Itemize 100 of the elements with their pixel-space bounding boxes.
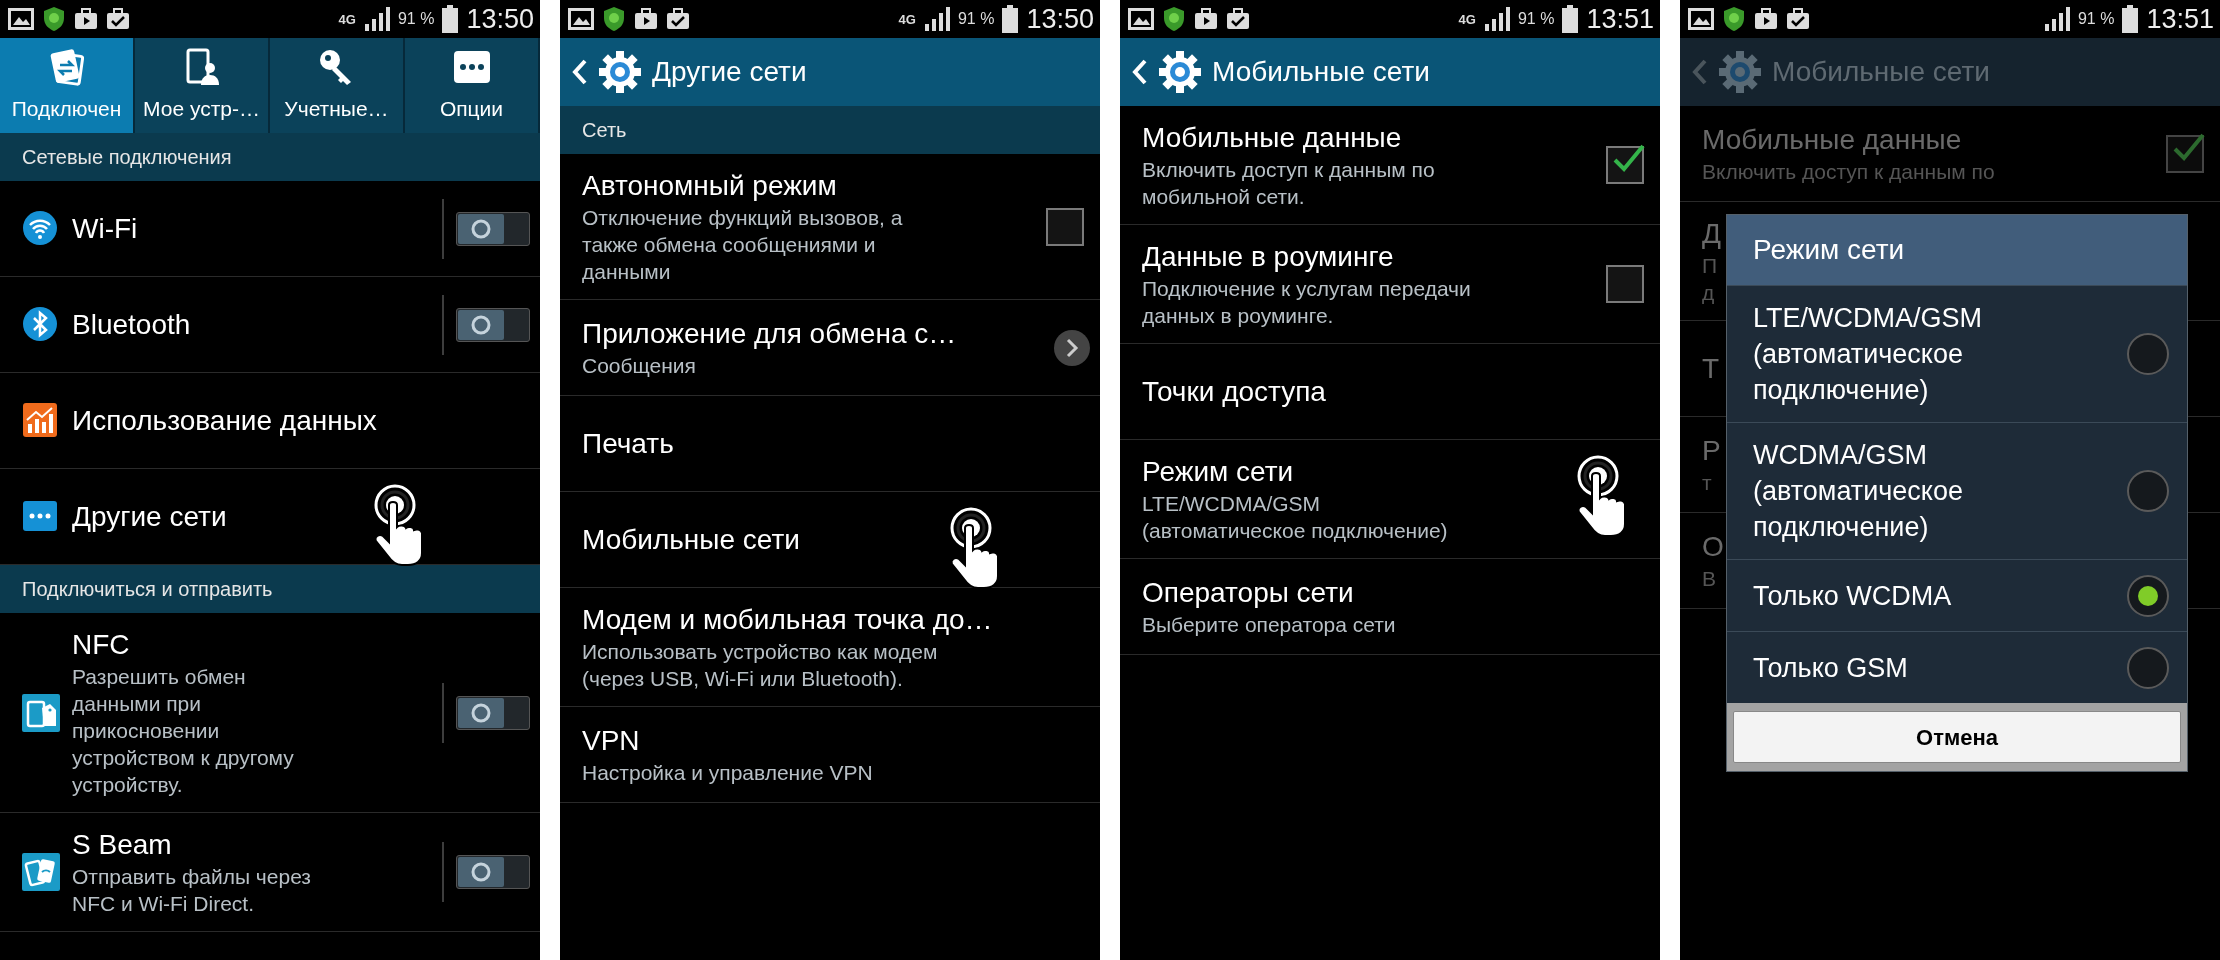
settings-item[interactable]: S Beam Отправить файлы через NFC и Wi-Fi Direct.	[0, 813, 540, 932]
ring-icon	[470, 313, 492, 336]
image-icon	[8, 8, 34, 30]
item-summary: LTE/WCDMA/GSM (автоматическое подключение)	[1142, 491, 1448, 544]
checkbox[interactable]	[2166, 134, 2204, 173]
wifi-icon	[22, 209, 60, 248]
gear-icon	[598, 50, 642, 94]
item-title: Bluetooth	[72, 307, 191, 342]
item-title: Другие сети	[72, 499, 227, 534]
settings-item[interactable]: Мобильные данные Включить доступ к данным по	[1680, 106, 2220, 202]
radio-option[interactable]: Только WCDMA	[1727, 559, 2187, 631]
item-summary: В	[1702, 566, 1716, 592]
item-summary: П д	[1702, 253, 1718, 306]
battery-icon	[1562, 5, 1579, 33]
gear-icon	[1158, 50, 1202, 94]
bluetooth-icon	[22, 305, 60, 344]
item-title: S Beam	[72, 828, 172, 862]
item-title: VPN	[582, 724, 640, 758]
settings-item[interactable]: Мобильные данные Включить доступ к данным по мобильной сети.	[1120, 106, 1660, 225]
settings-item[interactable]: Печать	[560, 396, 1100, 492]
checkbox[interactable]	[1606, 146, 1644, 184]
radio-button[interactable]	[2127, 646, 2169, 689]
item-title: Операторы сети	[1142, 576, 1354, 610]
item-summary: Использовать устройство как модем (через USB, Wi-Fi или Bluetooth).	[582, 639, 938, 692]
item-title: О	[1702, 530, 1724, 564]
clock-time: 13:51	[1586, 2, 1654, 36]
radio-button[interactable]	[2127, 574, 2169, 617]
item-title: Автономный режим	[582, 169, 837, 203]
item-summary: т	[1702, 470, 1712, 496]
item-title: Данные в роуминге	[1142, 240, 1394, 274]
settings-item[interactable]: Модем и мобильная точка до… Использовать устройство как модем (через USB, Wi-Fi или Bluetooth).	[560, 588, 1100, 707]
item-summary: Отправить файлы через NFC и Wi-Fi Direct.	[72, 864, 311, 917]
shield-icon	[602, 6, 626, 32]
tab[interactable]: Подключен	[0, 38, 135, 133]
item-summary: Выберите оператора сети	[1142, 612, 1396, 638]
settings-item[interactable]: Точки доступа	[1120, 344, 1660, 440]
section-header: Сетевые подключения	[0, 133, 540, 181]
battery-percent: 91 %	[957, 9, 995, 29]
settings-item[interactable]: Wi-Fi	[0, 181, 540, 277]
settings-item[interactable]: Данные в роуминге Подключение к услугам передачи данных в роуминге.	[1120, 225, 1660, 344]
section-header: Сеть	[560, 106, 1100, 154]
briefcase-play-icon	[74, 7, 98, 31]
chart-icon	[22, 401, 60, 440]
shield-icon	[42, 6, 66, 32]
settings-item[interactable]: VPN Настройка и управление VPN	[560, 707, 1100, 803]
image-icon	[1688, 8, 1714, 30]
settings-item[interactable]: Автономный режим Отключение функций вызовов, а также обмена сообщениями и данными	[560, 154, 1100, 300]
settings-item[interactable]: Bluetooth	[0, 277, 540, 373]
item-summary: Отключение функций вызовов, а также обмена сообщениями и данными	[582, 205, 903, 285]
toggle-switch[interactable]	[456, 695, 530, 730]
network-type: 4G	[1458, 12, 1476, 26]
checkbox[interactable]	[1606, 265, 1644, 303]
phone-tag-icon	[22, 693, 60, 732]
image-icon	[1128, 8, 1154, 30]
battery-percent: 91 %	[397, 9, 435, 29]
item-title: Печать	[582, 426, 674, 461]
radio-option[interactable]: LTE/WCDMA/GSM (автоматическое подключение)	[1727, 285, 2187, 422]
battery-percent: 91 %	[1517, 9, 1555, 29]
radio-button[interactable]	[2127, 333, 2169, 375]
item-summary: Подключение к услугам передачи данных в роуминге.	[1142, 276, 1471, 329]
briefcase-play-icon	[1754, 7, 1778, 31]
toggle-switch[interactable]	[456, 307, 530, 342]
ring-icon	[470, 217, 492, 240]
item-title: Мобильные сети	[582, 522, 800, 557]
signal-icon	[1483, 7, 1510, 31]
option-label: LTE/WCDMA/GSM (автоматическое подключение)	[1753, 302, 1983, 407]
settings-item[interactable]: Мобильные сети	[560, 492, 1100, 588]
toggle-switch[interactable]	[456, 855, 530, 889]
shield-icon	[1162, 6, 1186, 32]
section-header: Подключиться и отправить	[0, 565, 540, 613]
settings-item[interactable]: NFC Разрешить обмен данными при прикосновении устройством к другому устройству.	[0, 613, 540, 813]
item-title: Р	[1702, 434, 1721, 468]
item-title: Wi-Fi	[72, 211, 138, 246]
radio-button[interactable]	[2127, 470, 2169, 512]
dialog-title: Режим сети	[1727, 215, 2187, 285]
signal-icon	[2043, 7, 2070, 31]
briefcase-check-icon	[1786, 7, 1810, 31]
checkbox[interactable]	[1046, 207, 1084, 246]
signal-icon	[363, 7, 390, 31]
battery-percent: 91 %	[2077, 9, 2115, 29]
cancel-button[interactable]: Отмена	[1733, 711, 2181, 763]
settings-item[interactable]: Операторы сети Выберите оператора сети	[1120, 559, 1660, 655]
item-title: Т	[1702, 351, 1720, 386]
settings-item[interactable]: Использование данных	[0, 373, 540, 469]
option-label: Только GSM	[1753, 651, 1908, 685]
item-summary: Включить доступ к данным по	[1702, 159, 1995, 185]
option-label: Только WCDMA	[1753, 579, 1952, 613]
item-summary: Разрешить обмен данными при прикосновении устройством к другому устройству.	[72, 664, 294, 798]
settings-item[interactable]: Режим сети LTE/WCDMA/GSM (автоматическое подключение)	[1120, 440, 1660, 559]
item-title: Режим сети	[1142, 455, 1294, 489]
item-title: Д	[1702, 217, 1721, 251]
item-title: NFC	[72, 628, 130, 662]
toggle-switch[interactable]	[456, 211, 530, 246]
screen-title: Мобильные сети	[1212, 55, 1430, 89]
briefcase-play-icon	[1194, 7, 1218, 31]
radio-option[interactable]: WCDMA/GSM (автоматическое подключение)	[1727, 422, 2187, 559]
settings-item[interactable]: Приложение для обмена с… Сообщения	[560, 300, 1100, 396]
gear-icon	[1718, 50, 1762, 94]
ring-icon	[470, 701, 492, 724]
chevron-button[interactable]	[1054, 329, 1090, 366]
